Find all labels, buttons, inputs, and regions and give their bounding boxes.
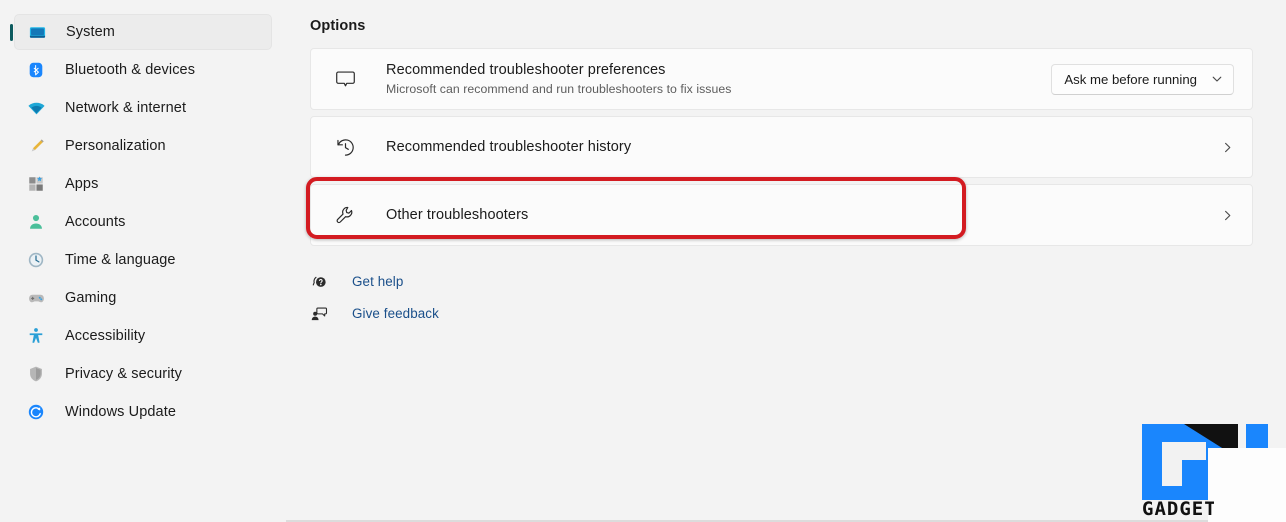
card-other-troubleshooters[interactable]: Other troubleshooters [306,177,1253,246]
sidebar-item-label: Personalization [65,138,166,154]
gadgets-logo: GADGETS [1142,424,1286,522]
card-title: Other troubleshooters [386,207,529,223]
sidebar-item-accessibility[interactable]: Accessibility [14,318,272,354]
sidebar-item-label: Gaming [65,290,117,306]
gadgets-watermark: GADGETS [1138,424,1286,522]
sidebar-item-label: Time & language [65,252,176,268]
chevron-right-icon [1221,141,1234,154]
person-icon [26,212,46,232]
link-give-feedback[interactable]: Give feedback [310,300,439,326]
card-recommended-troubleshooter-preferences[interactable]: Recommended troubleshooter preferences M… [310,48,1253,110]
shield-icon [26,364,46,384]
sidebar-item-label: Bluetooth & devices [65,62,196,78]
link-get-help[interactable]: Get help [310,268,403,294]
sidebar-item-label: Network & internet [65,100,187,116]
page-title: Options [310,18,366,34]
apps-icon [26,174,46,194]
update-icon [26,402,46,422]
card-recommended-troubleshooter-history[interactable]: Recommended troubleshooter history [310,116,1253,178]
help-links: Get help Give feedback [310,268,1286,326]
link-label: Get help [352,273,404,289]
sidebar-item-accounts[interactable]: Accounts [14,204,272,240]
chevron-down-icon [1211,73,1223,85]
card-text: Recommended troubleshooter preferences M… [386,61,1051,97]
sidebar-item-bluetooth-devices[interactable]: Bluetooth & devices [14,52,272,88]
sidebar-item-gaming[interactable]: Gaming [14,280,272,316]
settings-sidebar: System Bluetooth & devices Network & int… [0,0,286,522]
sidebar-item-windows-update[interactable]: Windows Update [14,394,272,430]
card-title: Recommended troubleshooter history [386,139,632,155]
selection-accent-bar [10,24,13,41]
card-text: Recommended troubleshooter history [386,138,1209,156]
card-text: Other troubleshooters [386,206,1209,224]
sidebar-item-label: Apps [65,176,99,192]
chevron-right-icon [1221,209,1234,222]
speech-bubble-icon [333,67,357,91]
sidebar-item-network-internet[interactable]: Network & internet [14,90,272,126]
sidebar-item-label: Accounts [65,214,126,230]
feedback-person-icon [310,304,328,322]
card-subtitle: Microsoft can recommend and run troubles… [386,82,732,96]
history-clock-icon [333,135,357,159]
sidebar-item-time-language[interactable]: Time & language [14,242,272,278]
options-card-stack: Recommended troubleshooter preferences M… [306,48,1253,246]
sidebar-item-privacy-security[interactable]: Privacy & security [14,356,272,392]
monitor-icon [27,22,47,42]
sidebar-item-label: Accessibility [65,328,146,344]
link-label: Give feedback [352,305,439,321]
brush-icon [26,136,46,156]
wifi-icon [26,98,46,118]
card-title: Recommended troubleshooter preferences [386,62,666,78]
bluetooth-icon [26,60,46,80]
dropdown-value: Ask me before running [1064,71,1197,87]
sidebar-item-personalization[interactable]: Personalization [14,128,272,164]
wrench-icon [333,203,357,227]
gamepad-icon [26,288,46,308]
sidebar-item-apps[interactable]: Apps [14,166,272,202]
accessibility-icon [26,326,46,346]
sidebar-item-label: System [66,24,115,40]
sidebar-item-label: Windows Update [65,404,177,420]
help-question-icon [310,272,328,290]
clock-icon [26,250,46,270]
sidebar-item-system[interactable]: System [10,14,272,50]
sidebar-item-label: Privacy & security [65,366,183,382]
recommended-troubleshooter-preferences-dropdown[interactable]: Ask me before running [1051,63,1234,95]
